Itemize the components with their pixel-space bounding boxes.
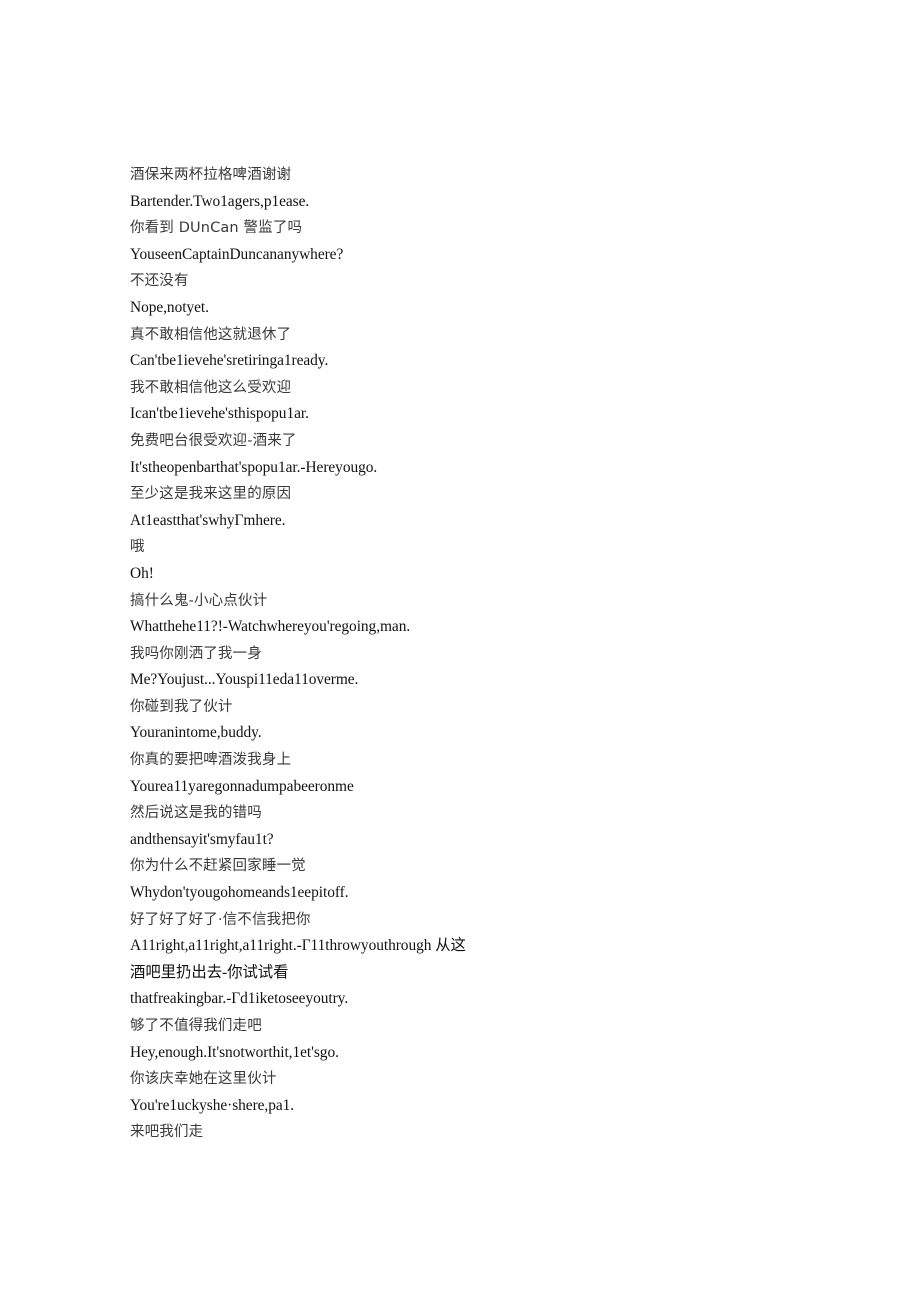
subtitle-line-en: Whydon'tyougohomeands1eepitoff. [130,884,349,902]
subtitle-line-zh: 好了好了好了·信不信我把你 [130,911,311,928]
subtitle-block: 你碰到我了伙计 Youranintome,buddy. [130,694,790,747]
subtitle-line-zh: 然后说这是我的错吗 [130,805,262,822]
subtitle-line-zh: 酒保来两杯拉格啤酒谢谢 [130,167,292,183]
subtitle-line-en: Me?Youjust...Youspi11eda11overme. [130,671,359,689]
subtitle-line-zh: 哦 [130,539,145,556]
subtitle-block: 来吧我们走 [130,1119,790,1146]
subtitle-line-zh: 你为什么不赶紧回家睡一觉 [130,858,306,875]
subtitle-line-zh: 至少这是我来这里的原因 [130,486,292,503]
subtitle-line-zh: 你真的要把啤酒泼我身上 [130,752,292,769]
subtitle-block: 我吗你刚洒了我一身 Me?Youjust...Youspi11eda11over… [130,641,790,694]
subtitle-block: 搞什么鬼-小心点伙计 Whatthehe11?!-Watchwhereyou'r… [130,588,790,641]
subtitle-block: 不还没有 Nope,notyet. [130,268,790,321]
subtitle-line-en: Hey,enough.It'snotworthit,1et'sgo. [130,1043,339,1061]
subtitle-transcript: 酒保来两杯拉格啤酒谢谢 Bartender.Two1agers,p1ease. … [130,162,790,1146]
subtitle-line-en: Oh! [130,564,154,582]
subtitle-block: 你为什么不赶紧回家睡一觉 Whydon'tyougohomeands1eepit… [130,853,790,906]
subtitle-line-zh: 我不敢相信他这么受欢迎 [130,379,292,396]
subtitle-line-en: Yourea11yaregonnadumpabeeronme [130,777,354,795]
subtitle-block: 酒保来两杯拉格啤酒谢谢 Bartender.Two1agers,p1ease. [130,162,790,215]
subtitle-line-en: You're1uckyshe·shere,pa1. [130,1096,295,1114]
subtitle-line-zh: 真不敢相信他这就退休了 [130,326,292,343]
subtitle-block: 免费吧台很受欢迎-酒来了 It'stheopenbarthat'spopu1ar… [130,428,790,481]
subtitle-line-en: thatfreakingbar.-Γd1iketoseeyoutry. [130,990,349,1008]
subtitle-line-zh: 来吧我们走 [130,1124,204,1141]
subtitle-block: 够了不值得我们走吧 Hey,enough.It'snotworthit,1et'… [130,1013,790,1066]
subtitle-line-zh: 你看到 DUnCan 警监了吗 [130,220,303,237]
subtitle-line-en-wrapped: A11right,a11right,a11right.-Γ11throwyout… [130,937,466,981]
subtitle-line-zh: 搞什么鬼-小心点伙计 [130,592,268,609]
subtitle-line-zh: 你碰到我了伙计 [130,698,233,715]
subtitle-block: 好了好了好了·信不信我把你 A11right,a11right,a11right… [130,907,790,987]
subtitle-line-en: andthensayit'smyfau1t? [130,830,274,848]
subtitle-block: 你看到 DUnCan 警监了吗 YouseenCaptainDuncananyw… [130,215,790,268]
subtitle-line-en: Can'tbe1ievehe'sretiringa1ready. [130,352,329,370]
subtitle-line-zh: 我吗你刚洒了我一身 [130,645,262,662]
subtitle-block: 至少这是我来这里的原因 At1eastthat'swhyΓmhere. [130,481,790,534]
subtitle-line-zh: 你该庆幸她在这里伙计 [130,1071,277,1088]
subtitle-block: 哦 Oh! [130,534,790,587]
subtitle-line-en: At1eastthat'swhyΓmhere. [130,511,286,529]
subtitle-line-en: Nope,notyet. [130,298,209,316]
subtitle-block: 然后说这是我的错吗 andthensayit'smyfau1t? [130,800,790,853]
subtitle-block: 你真的要把啤酒泼我身上 Yourea11yaregonnadumpabeeron… [130,747,790,800]
subtitle-line-en: Whatthehe11?!-Watchwhereyou'regoing,man. [130,618,411,636]
subtitle-line-zh: 够了不值得我们走吧 [130,1018,262,1034]
subtitle-line-en: Youranintome,buddy. [130,724,262,742]
subtitle-block: 你该庆幸她在这里伙计 You're1uckyshe·shere,pa1. [130,1066,790,1119]
subtitle-line-en: Ican'tbe1ievehe'sthispopu1ar. [130,405,309,423]
document-page: 酒保来两杯拉格啤酒谢谢 Bartender.Two1agers,p1ease. … [0,0,920,1301]
subtitle-block: 真不敢相信他这就退休了 Can'tbe1ievehe'sretiringa1re… [130,322,790,375]
subtitle-block: 我不敢相信他这么受欢迎 Ican'tbe1ievehe'sthispopu1ar… [130,375,790,428]
subtitle-line-en: Bartender.Two1agers,p1ease. [130,192,310,210]
subtitle-block: thatfreakingbar.-Γd1iketoseeyoutry. [130,986,790,1013]
subtitle-line-en: YouseenCaptainDuncananywhere? [130,245,344,263]
subtitle-line-zh: 不还没有 [130,273,189,290]
subtitle-line-zh: 免费吧台很受欢迎-酒来了 [130,432,297,449]
subtitle-line-en: It'stheopenbarthat'spopu1ar.-Hereyougo. [130,458,378,476]
